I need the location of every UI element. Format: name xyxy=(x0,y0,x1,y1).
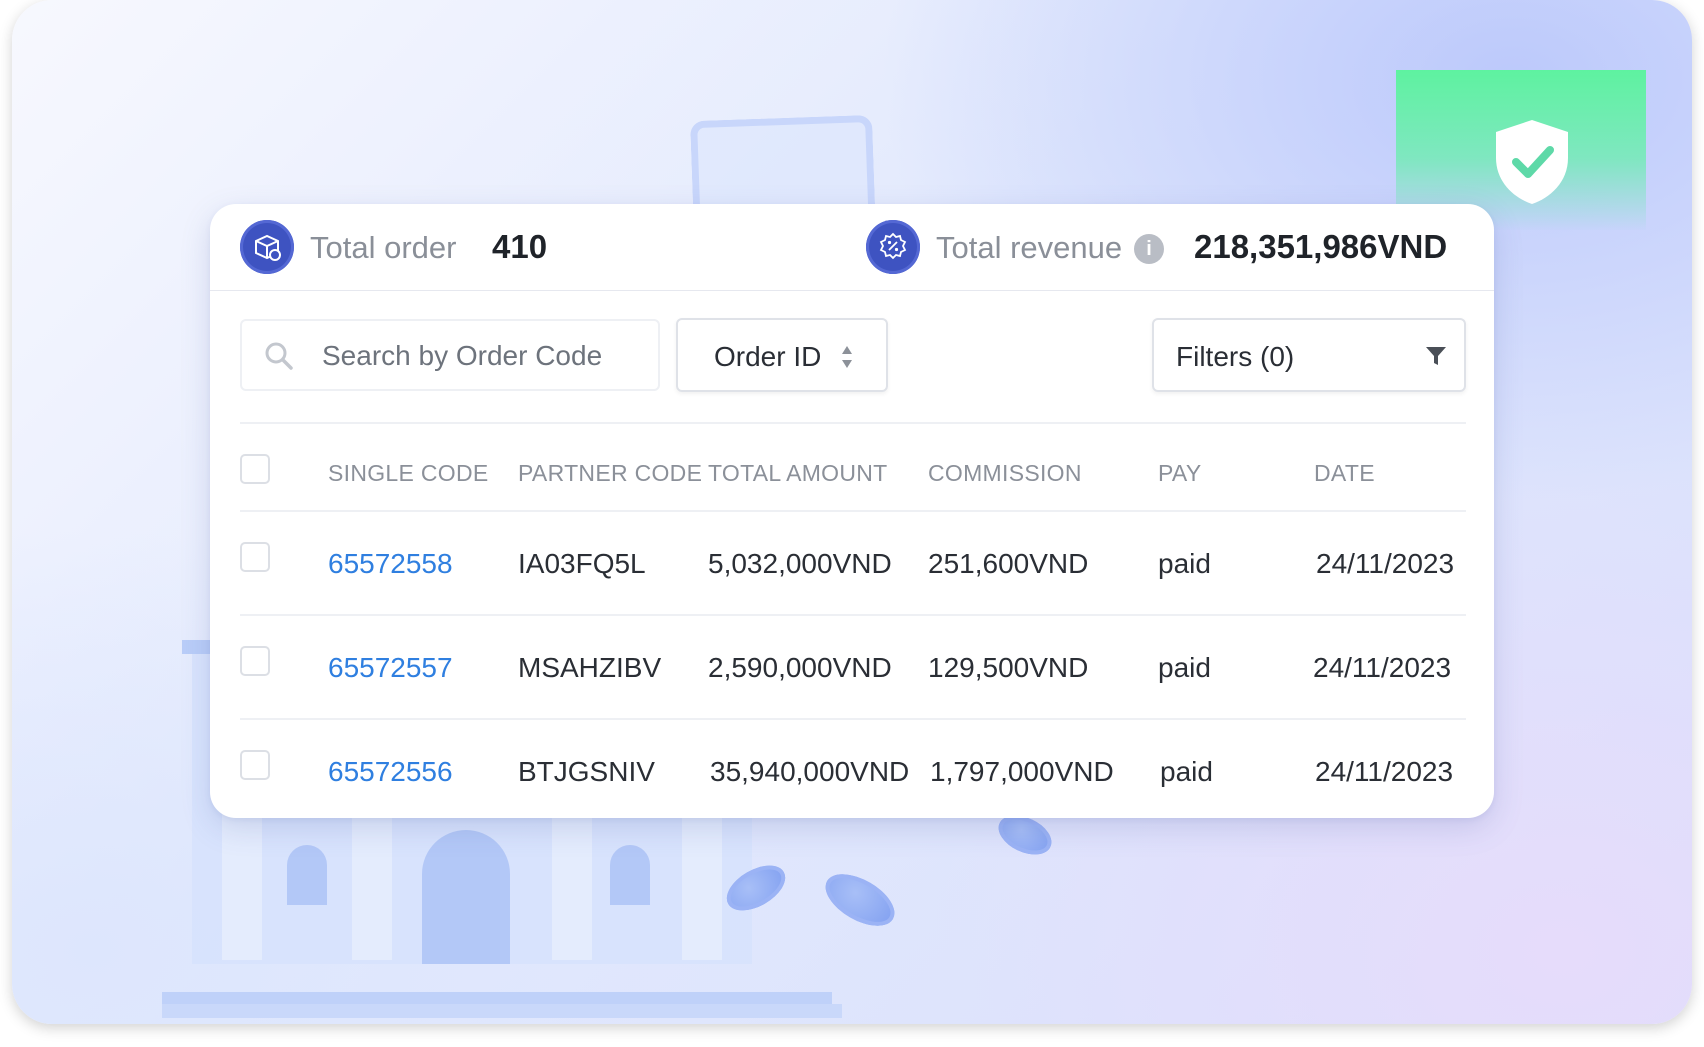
partner-code-cell: MSAHZIBV xyxy=(518,652,662,683)
commission-cell: 251,600VND xyxy=(928,548,1089,579)
column-header-total-amount: TOTAL AMOUNT xyxy=(708,460,888,486)
stats-bar: Total order 410 Total revenue i 218,351,… xyxy=(210,204,1494,291)
date-cell: 24/11/2023 xyxy=(1313,652,1452,683)
sort-select[interactable]: Order ID xyxy=(676,318,888,392)
info-icon[interactable]: i xyxy=(1134,234,1164,264)
total-amount-cell: 35,940,000VND xyxy=(710,756,910,787)
select-all-checkbox[interactable] xyxy=(240,454,270,484)
total-order-value: 410 xyxy=(492,228,548,265)
single-code-link[interactable]: 65572558 xyxy=(328,548,453,580)
commission-cell: 129,500VND xyxy=(928,652,1089,683)
column-header-partner-code: PARTNER CODE xyxy=(518,460,703,486)
partner-code-cell: IA03FQ5L xyxy=(518,548,646,579)
total-order-label: Total order xyxy=(310,230,457,265)
sort-arrows-icon xyxy=(842,346,852,368)
search-field[interactable] xyxy=(240,319,660,391)
table-row: 65572558 IA03FQ5L 5,032,000VND 251,600VN… xyxy=(240,510,1466,614)
orders-table: SINGLE CODE PARTNER CODE TOTAL AMOUNT CO… xyxy=(240,422,1466,822)
search-icon xyxy=(265,342,293,370)
table-row: 65572556 BTJGSNIV 35,940,000VND 1,797,00… xyxy=(240,718,1466,822)
table-header-row: SINGLE CODE PARTNER CODE TOTAL AMOUNT CO… xyxy=(240,422,1466,510)
search-input[interactable] xyxy=(320,335,644,377)
percent-badge-icon xyxy=(866,220,920,274)
shield-check-icon xyxy=(1496,120,1568,204)
filter-icon xyxy=(1426,347,1446,365)
column-header-date: DATE xyxy=(1314,460,1375,486)
pay-status-cell: paid xyxy=(1158,652,1211,683)
sort-select-value: Order ID xyxy=(714,341,822,372)
row-checkbox[interactable] xyxy=(240,646,270,676)
pay-status-cell: paid xyxy=(1160,756,1213,787)
orders-card: Total order 410 Total revenue i 218,351,… xyxy=(210,204,1494,818)
date-cell: 24/11/2023 xyxy=(1315,756,1454,787)
filters-label: Filters (0) xyxy=(1176,341,1295,372)
partner-code-cell: BTJGSNIV xyxy=(518,756,655,787)
table-row: 65572557 MSAHZIBV 2,590,000VND 129,500VN… xyxy=(240,614,1466,718)
single-code-link[interactable]: 65572557 xyxy=(328,652,453,684)
date-cell: 24/11/2023 xyxy=(1316,548,1455,579)
total-amount-cell: 2,590,000VND xyxy=(708,652,892,683)
pay-status-cell: paid xyxy=(1158,548,1211,579)
column-header-single-code: SINGLE CODE xyxy=(328,460,489,486)
row-checkbox[interactable] xyxy=(240,750,270,780)
single-code-link[interactable]: 65572556 xyxy=(328,756,453,788)
package-icon xyxy=(240,220,294,274)
column-header-pay: PAY xyxy=(1158,460,1202,486)
column-header-commission: COMMISSION xyxy=(928,460,1082,486)
row-checkbox[interactable] xyxy=(240,542,270,572)
total-revenue-label: Total revenue xyxy=(936,230,1123,265)
total-amount-cell: 5,032,000VND xyxy=(708,548,892,579)
filters-button[interactable]: Filters (0) xyxy=(1152,318,1466,392)
total-revenue-value: 218,351,986VND xyxy=(1194,228,1448,265)
commission-cell: 1,797,000VND xyxy=(930,756,1114,787)
